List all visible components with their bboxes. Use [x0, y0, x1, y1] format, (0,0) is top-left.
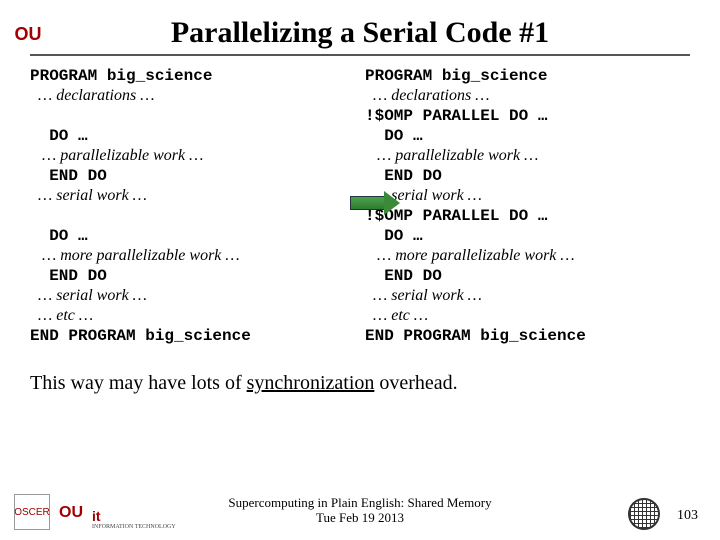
ou-logo-icon: OU [14, 20, 42, 48]
title-divider [30, 54, 690, 56]
code-line: !$OMP PARALLEL DO … [365, 107, 547, 125]
arrow-icon [350, 191, 400, 213]
it-logo-icon: it INFORMATION TECHNOLOGY [92, 508, 176, 530]
note-post: overhead. [374, 372, 457, 394]
code-line: … more parallelizable work … [365, 247, 575, 264]
footer-logos-left: OSCER OU it INFORMATION TECHNOLOGY [14, 494, 176, 530]
note-pre: This way may have lots of [30, 372, 247, 394]
code-columns: PROGRAM big_science … declarations … DO … [30, 66, 690, 346]
code-line: … parallelizable work … [365, 147, 538, 164]
code-line: … serial work … [365, 287, 482, 304]
code-line: … declarations … [30, 87, 154, 104]
footer-text: Supercomputing in Plain English: Shared … [228, 495, 491, 526]
code-line: DO … [365, 127, 423, 145]
ou-logo-icon: OU [54, 496, 88, 530]
page-number: 103 [677, 508, 698, 524]
right-code-block: PROGRAM big_science … declarations … !$O… [365, 66, 690, 346]
oscer-logo-icon: OSCER [14, 494, 50, 530]
code-line: DO … [30, 227, 88, 245]
code-line: … etc … [365, 307, 428, 324]
code-line: … etc … [30, 307, 93, 324]
note-sync: synchronization [247, 372, 375, 394]
code-line: … serial work … [30, 287, 147, 304]
code-line: END DO [30, 167, 107, 185]
code-line: PROGRAM big_science [30, 67, 212, 85]
left-code-block: PROGRAM big_science … declarations … DO … [30, 66, 355, 346]
code-line: PROGRAM big_science [365, 67, 547, 85]
globe-logo-icon [628, 498, 658, 528]
note-text: This way may have lots of synchronizatio… [30, 372, 690, 395]
slide-title: Parallelizing a Serial Code #1 [30, 16, 690, 50]
code-line: DO … [365, 227, 423, 245]
footer-line1: Supercomputing in Plain English: Shared … [228, 495, 491, 511]
code-line: END DO [30, 267, 107, 285]
code-line: … declarations … [365, 87, 489, 104]
code-line: END DO [365, 267, 442, 285]
code-line: … more parallelizable work … [30, 247, 240, 264]
code-line: END PROGRAM big_science [30, 327, 251, 345]
code-line: END PROGRAM big_science [365, 327, 586, 345]
it-logo-text: it [92, 508, 101, 524]
slide: OU Parallelizing a Serial Code #1 PROGRA… [0, 0, 720, 540]
it-logo-subtext: INFORMATION TECHNOLOGY [92, 524, 176, 530]
code-line: DO … [30, 127, 88, 145]
code-line: … serial work … [30, 187, 147, 204]
code-line: END DO [365, 167, 442, 185]
footer-line2: Tue Feb 19 2013 [228, 510, 491, 526]
code-line: … parallelizable work … [30, 147, 203, 164]
